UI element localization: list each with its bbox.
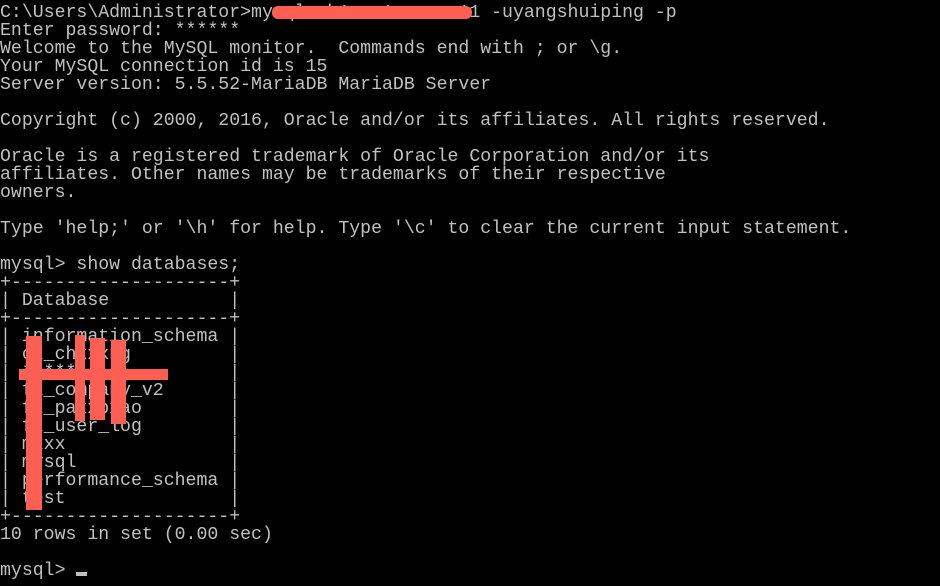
table-row: | mysql | xyxy=(0,453,241,473)
trademark-line: Oracle is a registered trademark of Orac… xyxy=(0,147,710,167)
redaction-mark xyxy=(26,336,42,510)
table-row: | cx_chxxxng | xyxy=(0,345,241,365)
table-header: | Database | xyxy=(0,291,241,311)
trademark-line: affiliates. Other names may be trademark… xyxy=(0,165,666,185)
console-output: C:\Users\Administrator>mysql -h1xx.1xx.x… xyxy=(0,4,851,580)
table-border: +--------------------+ xyxy=(0,507,241,527)
text-cursor xyxy=(76,572,88,576)
table-row: | fx_paxxpxao | xyxy=(0,399,241,419)
help-text: Type 'help;' or '\h' for help. Type '\c'… xyxy=(0,219,852,239)
query-line: mysql> show databases; xyxy=(0,255,241,275)
connection-id: Your MySQL connection id is 15 xyxy=(0,57,328,77)
input-line[interactable]: mysql> xyxy=(0,562,851,580)
copyright-notice: Copyright (c) 2000, 2016, Oracle and/or … xyxy=(0,111,830,131)
table-row: | test | xyxy=(0,489,241,509)
table-border: +--------------------+ xyxy=(0,309,241,329)
table-row: | fx_user_log | xyxy=(0,417,241,437)
welcome-message: Welcome to the MySQL monitor. Commands e… xyxy=(0,39,623,59)
redaction-mark xyxy=(272,6,472,19)
table-row: | fx_company_v2 | xyxy=(0,381,241,401)
table-row: | information_schema | xyxy=(0,327,241,347)
password-prompt: Enter password: ****** xyxy=(0,21,241,41)
table-border: +--------------------+ xyxy=(0,273,241,293)
table-row: | performance_schema | xyxy=(0,471,241,491)
redaction-mark xyxy=(111,340,126,424)
server-version: Server version: 5.5.52-MariaDB MariaDB S… xyxy=(0,75,492,95)
result-summary: 10 rows in set (0.00 sec) xyxy=(0,525,273,545)
trademark-line: owners. xyxy=(0,183,77,203)
redaction-mark xyxy=(19,369,168,380)
table-row: | mxxx | xyxy=(0,435,241,455)
prompt: mysql> xyxy=(0,561,77,581)
